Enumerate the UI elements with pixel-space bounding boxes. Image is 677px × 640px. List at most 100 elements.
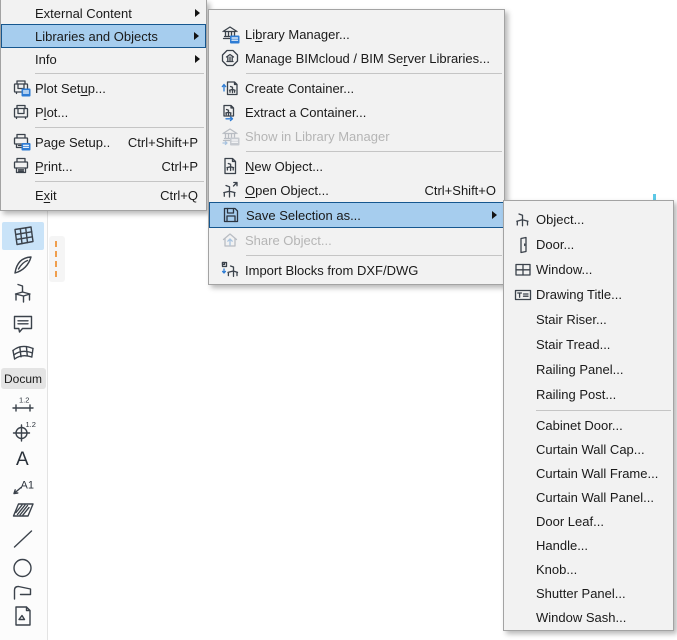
svg-text:1.2: 1.2 <box>19 396 29 405</box>
mesh-icon <box>12 345 34 360</box>
file-menu: External Content Libraries and Objects I… <box>0 0 207 211</box>
menu-item-label: Door Leaf... <box>536 513 604 529</box>
shell-icon <box>14 256 32 274</box>
dimension-icon: 1.2 <box>12 396 34 412</box>
object-icon <box>510 210 536 230</box>
text-icon: A <box>16 449 29 470</box>
menu-item-handle[interactable]: Handle... <box>504 533 673 557</box>
tool-shell[interactable] <box>2 251 44 279</box>
menu-item-label: Show in Library Manager <box>245 128 390 144</box>
tool-mesh[interactable] <box>2 338 44 366</box>
menu-item-stair-riser[interactable]: Stair Riser... <box>504 307 673 332</box>
menu-item-exit[interactable]: Exit Ctrl+Q <box>1 184 206 206</box>
share-object-icon <box>215 230 245 250</box>
menu-item-page-setup[interactable]: Page Setup... Ctrl+Shift+P <box>1 130 206 154</box>
svg-text:A: A <box>16 449 29 470</box>
menu-item-window-sash[interactable]: Window Sash... <box>504 605 673 629</box>
menu-item-railing-post[interactable]: Railing Post... <box>504 382 673 407</box>
menu-item-label: Shutter Panel... <box>536 585 626 601</box>
menu-item-knob[interactable]: Knob... <box>504 557 673 581</box>
page-setup-icon <box>7 132 35 152</box>
tool-level-dimension[interactable]: 1.2 <box>2 417 44 445</box>
drawing-title-icon <box>510 285 536 305</box>
tool-text[interactable]: A <box>2 444 44 472</box>
menu-item-drawing-title[interactable]: Drawing Title... <box>504 282 673 307</box>
menu-item-railing-panel[interactable]: Railing Panel... <box>504 357 673 382</box>
tool-label[interactable]: A1 <box>2 471 44 499</box>
menu-item-curtain-wall-cap[interactable]: Curtain Wall Cap... <box>504 437 673 461</box>
menu-item-label: Knob... <box>536 561 578 577</box>
menu-item-shortcut: Ctrl+Shift+O <box>424 182 496 198</box>
menu-item-label: Curtain Wall Panel... <box>536 489 655 505</box>
menu-item-label: Manage BIMcloud / BIM Server Libraries..… <box>245 50 490 66</box>
menu-item-door-leaf[interactable]: Door Leaf... <box>504 509 673 533</box>
menu-item-label: Info <box>35 51 57 67</box>
tool-fill[interactable] <box>2 496 44 524</box>
tool-dimension[interactable]: 1.2 <box>2 391 44 419</box>
menu-item-label: Window Sash... <box>536 609 627 625</box>
plot-icon <box>7 102 35 122</box>
menu-item-share-object[interactable]: Share Object... <box>209 228 504 252</box>
tool-zone[interactable] <box>2 309 44 337</box>
menu-item-label: Stair Tread... <box>536 337 611 352</box>
toolbar-group-label: Docum <box>4 371 43 386</box>
menu-item-extract-container[interactable]: Extract a Container... <box>209 100 504 124</box>
menu-item-curtain-wall-frame[interactable]: Curtain Wall Frame... <box>504 461 673 485</box>
plot-setup-icon <box>7 78 35 98</box>
menu-item-label: Open Object... <box>245 182 329 198</box>
menu-item-create-container[interactable]: Create Container... <box>209 76 504 100</box>
submenu-arrow-icon <box>195 9 200 17</box>
menu-item-label: Exit <box>35 187 57 203</box>
new-object-icon <box>215 156 245 176</box>
menu-item-open-object[interactable]: Open Object... Ctrl+Shift+O <box>209 178 504 202</box>
menu-item-label: Window... <box>536 262 593 277</box>
menu-item-new-object[interactable]: New Object... <box>209 154 504 178</box>
app-window: Docum 1.2 1.2 A A1 External Content Libr… <box>0 0 677 640</box>
menu-item-libraries-and-objects[interactable]: Libraries and Objects <box>1 24 206 48</box>
menu-item-save-selection-as[interactable]: Save Selection as... <box>209 202 504 228</box>
libraries-and-objects-submenu: Library Manager... Manage BIMcloud / BIM… <box>208 9 505 285</box>
menu-item-external-content[interactable]: External Content <box>1 2 206 24</box>
menu-item-shortcut: Ctrl+Shift+P <box>127 134 198 150</box>
menu-item-label: Library Manager... <box>245 26 350 42</box>
tool-curtain-wall[interactable] <box>2 222 44 250</box>
menu-item-label: New Object... <box>245 158 324 174</box>
menu-item-plot[interactable]: Plot... <box>1 100 206 124</box>
menu-item-info[interactable]: Info <box>1 48 206 70</box>
object-tool-icon <box>14 283 31 303</box>
menu-item-curtain-wall-panel[interactable]: Curtain Wall Panel... <box>504 485 673 509</box>
menu-item-stair-tread[interactable]: Stair Tread... <box>504 332 673 357</box>
snap-guide <box>49 236 65 282</box>
menu-item-label: Save Selection as... <box>246 207 361 223</box>
tool-figure[interactable] <box>2 602 44 630</box>
label-icon: A1 <box>13 480 34 495</box>
tool-line[interactable] <box>2 525 44 553</box>
menu-item-shutter-panel[interactable]: Shutter Panel... <box>504 581 673 605</box>
submenu-arrow-icon <box>194 32 199 40</box>
fill-icon <box>12 503 34 517</box>
toolbar-group-document[interactable]: Docum <box>1 368 46 389</box>
menu-item-label: Drawing Title... <box>536 287 622 302</box>
menu-item-library-manager[interactable]: Library Manager... <box>209 22 504 46</box>
tool-object[interactable] <box>2 280 44 308</box>
menu-item-import-blocks[interactable]: Import Blocks from DXF/DWG <box>209 258 504 282</box>
menu-item-plot-setup[interactable]: Plot Setup... <box>1 76 206 100</box>
menu-item-print[interactable]: Print... Ctrl+P <box>1 154 206 178</box>
menu-item-manage-bimcloud[interactable]: Manage BIMcloud / BIM Server Libraries..… <box>209 46 504 70</box>
level-dimension-icon: 1.2 <box>12 420 36 442</box>
menu-item-label: Stair Riser... <box>536 312 607 327</box>
menu-item-label: Print... <box>35 158 73 174</box>
menu-item-object[interactable]: Object... <box>504 207 673 232</box>
menu-item-door[interactable]: Door... <box>504 232 673 257</box>
library-manager-icon <box>215 24 245 44</box>
menu-item-label: Railing Panel... <box>536 362 624 377</box>
menu-item-label: Extract a Container... <box>245 104 367 120</box>
menu-item-window[interactable]: Window... <box>504 257 673 282</box>
menu-item-label: Handle... <box>536 537 589 553</box>
menu-item-show-in-library-manager[interactable]: Show in Library Manager <box>209 124 504 148</box>
menu-item-label: Create Container... <box>245 80 355 96</box>
menu-item-cabinet-door[interactable]: Cabinet Door... <box>504 413 673 437</box>
menu-item-shortcut: Ctrl+Q <box>160 187 198 203</box>
menu-item-label: Plot Setup... <box>35 80 106 96</box>
svg-text:1.2: 1.2 <box>26 420 36 429</box>
